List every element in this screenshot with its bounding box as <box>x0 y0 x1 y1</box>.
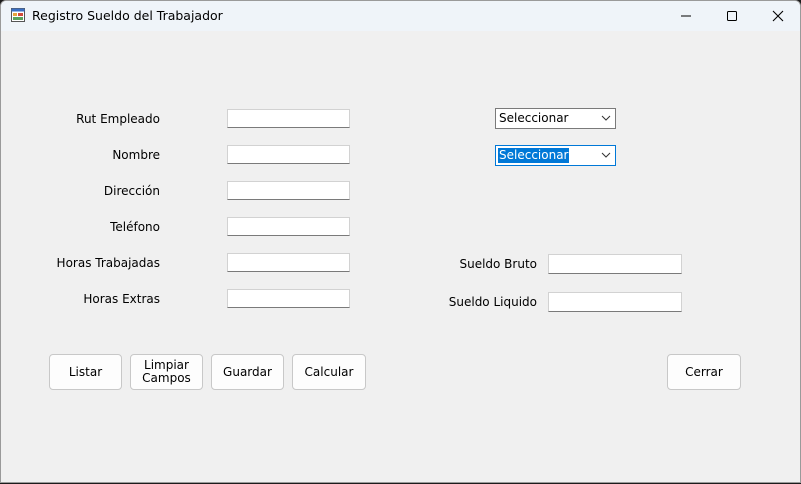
horas-extras-input[interactable] <box>227 289 350 308</box>
combo-1-value: Seleccionar <box>499 111 569 125</box>
minimize-icon <box>681 15 691 17</box>
window-title: Registro Sueldo del Trabajador <box>32 8 223 23</box>
label-direccion: Dirección <box>103 184 160 198</box>
label-sueldo-liquido: Sueldo Liquido <box>448 295 537 309</box>
calcular-button[interactable]: Calcular <box>292 354 366 390</box>
title-bar[interactable]: Registro Sueldo del Trabajador <box>1 1 800 31</box>
limpiar-campos-button[interactable]: Limpiar Campos <box>130 354 203 390</box>
sueldo-liquido-input[interactable] <box>548 292 682 312</box>
label-horas-extras: Horas Extras <box>83 292 160 306</box>
label-rut-empleado: Rut Empleado <box>76 112 160 126</box>
combo-select-2[interactable]: Seleccionar <box>495 145 616 166</box>
listar-button[interactable]: Listar <box>49 354 122 390</box>
close-icon <box>772 10 784 22</box>
close-button[interactable] <box>755 1 800 31</box>
label-horas-trabajadas: Horas Trabajadas <box>56 256 160 270</box>
guardar-button[interactable]: Guardar <box>211 354 284 390</box>
sueldo-bruto-input[interactable] <box>548 254 682 274</box>
chevron-down-icon <box>601 115 611 121</box>
maximize-icon <box>727 11 737 21</box>
label-nombre: Nombre <box>112 148 160 162</box>
telefono-input[interactable] <box>227 217 350 236</box>
minimize-button[interactable] <box>663 1 709 31</box>
combo-2-value: Seleccionar <box>498 148 570 163</box>
chevron-down-icon <box>601 152 611 158</box>
nombre-input[interactable] <box>227 145 350 164</box>
maximize-button[interactable] <box>709 1 755 31</box>
combo-select-1[interactable]: Seleccionar <box>495 108 616 129</box>
horas-trabajadas-input[interactable] <box>227 253 350 272</box>
limpiar-line-2: Campos <box>142 371 191 385</box>
label-sueldo-bruto: Sueldo Bruto <box>459 257 537 271</box>
direccion-input[interactable] <box>227 181 350 200</box>
label-telefono: Teléfono <box>110 220 160 234</box>
rut-empleado-input[interactable] <box>227 109 350 128</box>
app-icon <box>11 8 25 22</box>
app-window: Registro Sueldo del Trabajador Rut Emple… <box>0 0 801 483</box>
cerrar-button[interactable]: Cerrar <box>667 354 741 390</box>
